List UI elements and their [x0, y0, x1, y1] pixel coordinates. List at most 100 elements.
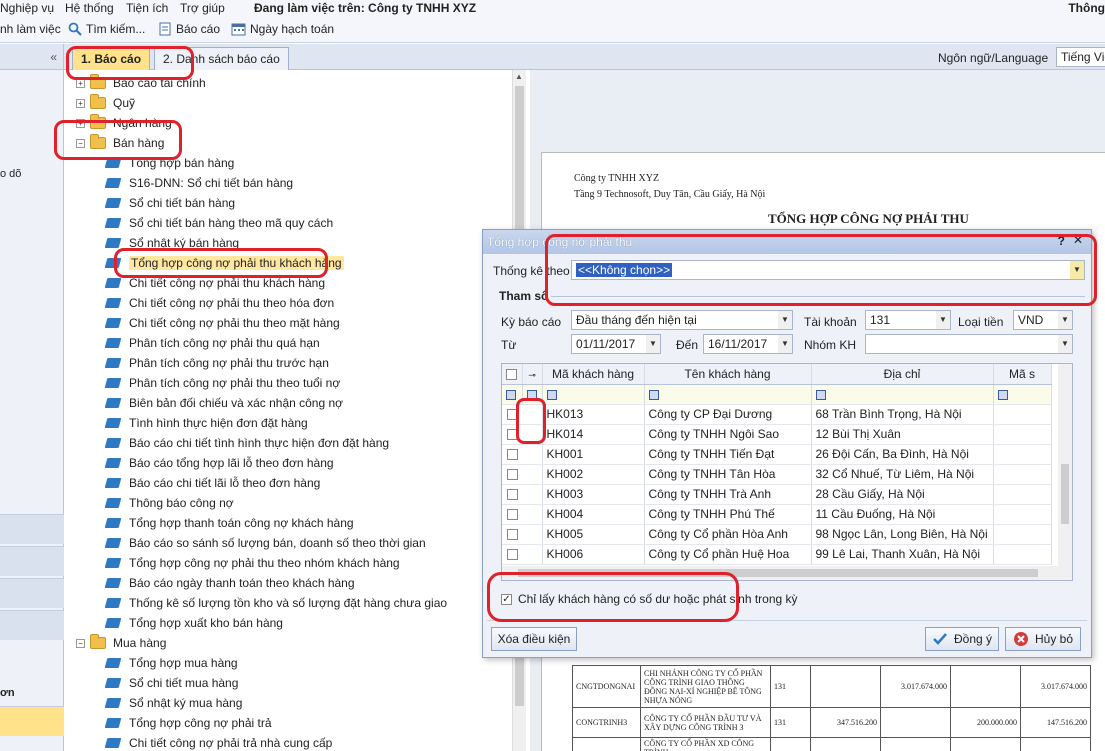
col-header-address[interactable]: Địa chỉ — [811, 364, 994, 385]
row-spacer-cell[interactable] — [522, 504, 543, 525]
chevron-down-icon[interactable]: ▼ — [778, 311, 792, 329]
chevron-down-icon[interactable]: ▼ — [1070, 261, 1084, 279]
collapse-icon[interactable]: − — [76, 638, 85, 648]
language-select[interactable]: Tiếng Việt — [1056, 47, 1105, 67]
customer-code-cell[interactable]: HK013 — [542, 404, 645, 425]
row-select-cell[interactable] — [502, 444, 522, 465]
customer-row[interactable]: KH004 Công ty TNHH Phú Thế 11 Cầu Đuống, H… — [502, 504, 1052, 525]
customer-tax-cell[interactable] — [993, 544, 1052, 565]
only-with-balance-option[interactable]: ✓ Chỉ lấy khách hàng có số dư hoặc phát … — [501, 592, 798, 606]
left-nav-partial-text-2[interactable]: ơn — [0, 687, 15, 699]
from-date-field[interactable]: 01/11/2017 ▼ — [571, 334, 661, 354]
left-nav-band[interactable] — [0, 546, 64, 576]
customer-tax-cell[interactable] — [993, 444, 1052, 465]
menu-nghiep-vu[interactable]: Nghiệp vụ — [0, 1, 54, 15]
customer-row[interactable]: KH002 Công ty TNHH Tân Hòa 32 Cổ Nhuế, Từ … — [502, 464, 1052, 485]
customer-address-cell[interactable]: 26 Đội Cấn, Ba Đình, Hà Nội — [811, 444, 994, 465]
tree-report-item[interactable]: S16-DNN: Sổ chi tiết bán hàng — [104, 173, 293, 193]
tree-report-item[interactable]: Tổng hợp công nợ phải trả — [104, 713, 272, 733]
customer-address-cell[interactable]: 99 Lê Lai, Thanh Xuân, Hà Nội — [811, 544, 994, 565]
customer-code-cell[interactable]: KH004 — [542, 504, 645, 525]
period-select[interactable]: Đầu tháng đến hiện tại ▼ — [571, 310, 793, 330]
tree-report-item[interactable]: Báo cáo tổng hợp lãi lỗ theo đơn hàng — [104, 453, 334, 473]
tree-report-item[interactable]: Chi tiết công nợ phải thu khách hàng — [104, 273, 325, 293]
customer-code-cell[interactable]: KH003 — [542, 484, 645, 505]
customer-code-cell[interactable]: KH005 — [542, 524, 645, 545]
row-checkbox[interactable] — [507, 509, 518, 521]
chevron-down-icon[interactable]: ▼ — [646, 335, 660, 353]
customer-tax-cell[interactable] — [993, 404, 1052, 425]
customer-address-cell[interactable]: 12 Bùi Thị Xuân — [811, 424, 994, 445]
col-header-tax[interactable]: Mã s — [993, 364, 1052, 385]
left-nav-partial-text[interactable]: o dõ — [0, 168, 21, 180]
chevron-down-icon[interactable]: ▼ — [1058, 311, 1072, 329]
customer-name-cell[interactable]: Công ty CP Đại Dương — [644, 404, 812, 425]
tree-folder[interactable]: + Ngân hàng — [76, 113, 172, 133]
row-select-cell[interactable] — [502, 484, 522, 505]
row-spacer-cell[interactable] — [522, 524, 543, 545]
tab-bao-cao[interactable]: 1. Báo cáo — [72, 47, 151, 70]
grid-vscroll-thumb[interactable] — [1061, 464, 1069, 524]
customer-code-cell[interactable]: KH006 — [542, 544, 645, 565]
row-select-cell[interactable] — [502, 404, 522, 425]
tree-report-item[interactable]: Chi tiết công nợ phải thu theo mặt hàng — [104, 313, 340, 333]
row-checkbox[interactable] — [507, 469, 518, 481]
customer-address-cell[interactable]: 68 Trần Bình Trọng, Hà Nội — [811, 404, 994, 425]
customer-group-select[interactable]: ▼ — [865, 334, 1073, 354]
filter-cell[interactable] — [811, 384, 994, 405]
row-spacer-cell[interactable] — [522, 484, 543, 505]
chevron-down-icon[interactable]: ▼ — [936, 311, 950, 329]
row-select-cell[interactable] — [502, 544, 522, 565]
grid-hscroll-thumb[interactable] — [518, 569, 1038, 577]
toolbar-workspace[interactable]: nh làm việc — [0, 22, 61, 36]
menu-tro-giup[interactable]: Trợ giúp — [180, 1, 225, 15]
tree-report-item[interactable]: Báo cáo ngày thanh toán theo khách hàng — [104, 573, 355, 593]
select-all-checkbox[interactable] — [506, 369, 518, 381]
customer-tax-cell[interactable] — [993, 464, 1052, 485]
filter-icon[interactable] — [815, 389, 826, 400]
tree-report-item[interactable]: Sổ nhật ký bán hàng — [104, 233, 239, 253]
row-select-cell[interactable] — [502, 424, 522, 445]
tree-report-item[interactable]: Báo cáo chi tiết tình hình thực hiện đơn… — [104, 433, 389, 453]
clear-conditions-button[interactable]: Xóa điều kiện — [491, 627, 577, 651]
customer-row[interactable]: HK013 Công ty CP Đại Dương 68 Trần Bình Tr… — [502, 404, 1052, 425]
row-spacer-cell[interactable] — [522, 464, 543, 485]
customer-code-cell[interactable]: KH001 — [542, 444, 645, 465]
filter-icon[interactable] — [546, 389, 557, 400]
select-all-cell[interactable] — [502, 364, 523, 385]
customer-address-cell[interactable]: 11 Cầu Đuống, Hà Nội — [811, 504, 994, 525]
customer-code-cell[interactable]: KH002 — [542, 464, 645, 485]
expand-icon[interactable]: + — [76, 78, 85, 88]
col-header-code[interactable]: Mã khách hàng — [542, 364, 645, 385]
tree-report-item[interactable]: Phân tích công nợ phải thu quá hạn — [104, 333, 320, 353]
row-checkbox[interactable] — [507, 529, 518, 541]
currency-select[interactable]: VND ▼ — [1013, 310, 1073, 330]
tree-report-item[interactable]: Thống kê số lượng tồn kho và số lượng đặ… — [104, 593, 447, 613]
tree-report-item[interactable]: Tổng hợp bán hàng — [104, 153, 234, 173]
customer-tax-cell[interactable] — [993, 504, 1052, 525]
customer-name-cell[interactable]: Công ty TNHH Trà Anh — [644, 484, 812, 505]
cancel-button[interactable]: Hủy bỏ — [1005, 627, 1081, 651]
col-header-name[interactable]: Tên khách hàng — [644, 364, 812, 385]
filter-icon[interactable] — [648, 389, 659, 400]
left-nav-band[interactable] — [0, 514, 64, 544]
tree-report-item[interactable]: Tổng hợp công nợ phải thu khách hàng — [104, 253, 344, 273]
tree-report-item[interactable]: Tổng hợp mua hàng — [104, 653, 238, 673]
expand-icon[interactable]: + — [76, 118, 85, 128]
row-spacer-cell[interactable] — [522, 544, 543, 565]
row-checkbox[interactable] — [507, 549, 518, 561]
customer-name-cell[interactable]: Công ty TNHH Ngôi Sao — [644, 424, 812, 445]
tree-folder[interactable]: + Báo cáo tài chính — [76, 73, 206, 93]
row-checkbox[interactable] — [507, 489, 518, 501]
toolbar-report[interactable]: Báo cáo — [158, 22, 220, 36]
tree-report-item[interactable]: Sổ chi tiết mua hàng — [104, 673, 238, 693]
account-select[interactable]: 131 ▼ — [865, 310, 951, 330]
stat-by-select[interactable]: <<Không chọn>> ▼ — [571, 260, 1085, 280]
left-nav-band[interactable] — [0, 578, 64, 608]
tree-folder[interactable]: − Mua hàng — [76, 633, 166, 653]
row-checkbox[interactable] — [507, 429, 518, 441]
tree-report-item[interactable]: Biên bản đối chiếu và xác nhận công nợ — [104, 393, 343, 413]
customer-row[interactable]: KH006 Công ty Cổ phần Huệ Hoa 99 Lê Lai, T… — [502, 544, 1052, 565]
left-nav-band[interactable] — [0, 610, 64, 640]
row-select-cell[interactable] — [502, 464, 522, 485]
